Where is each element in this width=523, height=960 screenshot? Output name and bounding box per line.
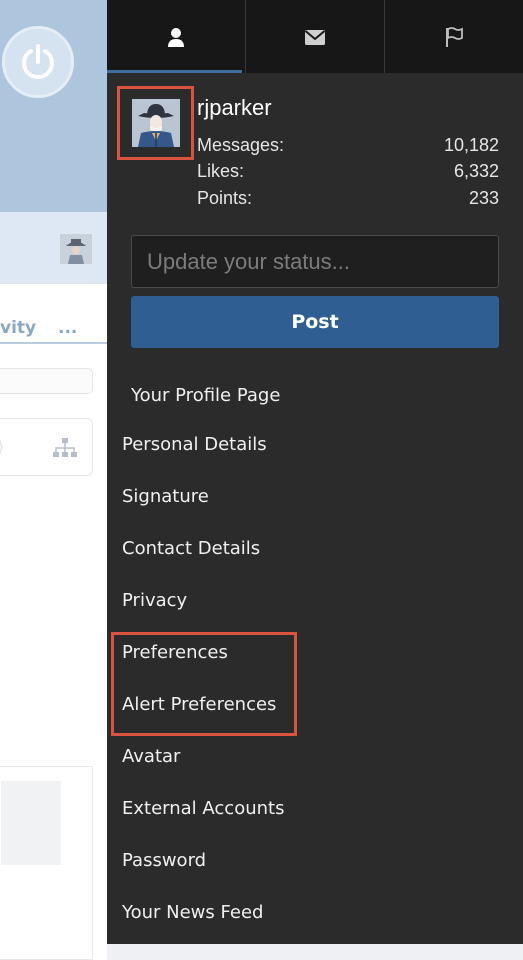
menu-item-profile-page[interactable]: Your Profile Page [131,385,280,406]
background-card [0,418,93,476]
background-search-bar[interactable] [0,368,93,394]
user-icon [168,27,184,47]
background-panel-inner [1,781,61,865]
sitemap-icon[interactable] [52,437,78,459]
stat-messages: Messages: 10,182 [197,132,499,159]
stat-value: 233 [468,187,499,208]
stat-label: Likes: [197,161,245,182]
power-button[interactable] [2,26,74,98]
flag-icon [446,26,463,47]
active-tab-indicator [107,70,242,73]
menu-item-signature[interactable]: Signature [122,486,209,507]
profile-stats: Messages: 10,182 Likes: 6,332 Points: 23… [197,132,499,212]
menu-item-password[interactable]: Password [122,850,206,871]
envelope-icon [304,29,326,45]
status-input[interactable] [131,235,499,288]
stat-points: Points: 233 [197,185,499,212]
background-tab-activity[interactable]: vity [0,318,36,338]
stat-label: Messages: [197,134,285,155]
stat-label: Points: [197,187,253,208]
menu-item-privacy[interactable]: Privacy [122,590,187,611]
menu-item-external-accounts[interactable]: External Accounts [122,798,284,819]
chevron-right-icon [0,439,3,455]
preferences-highlight [111,632,297,736]
post-button[interactable]: Post [131,296,499,348]
menu-item-avatar[interactable]: Avatar [122,746,180,767]
background-header [0,0,107,212]
background-tabs: vity ... [0,284,107,344]
background-tab-more[interactable]: ... [58,318,77,338]
tab-alerts[interactable] [385,0,523,73]
background-page: vity ... [0,0,107,960]
menu-item-personal-details[interactable]: Personal Details [122,434,267,455]
tab-account[interactable] [107,0,246,73]
account-menu: rjparker Messages: 10,182 Likes: 6,332 P… [107,0,523,944]
stat-value: 6,332 [453,161,499,182]
tab-messages[interactable] [246,0,385,73]
background-avatar[interactable] [60,234,92,264]
background-panel [0,766,93,960]
menu-item-news-feed[interactable]: Your News Feed [122,902,263,923]
username[interactable]: rjparker [197,95,272,121]
menu-item-contact-details[interactable]: Contact Details [122,538,260,559]
power-icon [22,44,54,80]
avatar-thumbnail-icon [60,234,92,264]
avatar-highlight [117,86,194,160]
avatar[interactable] [131,99,180,147]
menu-tabs [107,0,523,73]
stat-value: 10,182 [443,134,499,155]
avatar-cowboy-icon [131,99,180,147]
stat-likes: Likes: 6,332 [197,159,499,186]
